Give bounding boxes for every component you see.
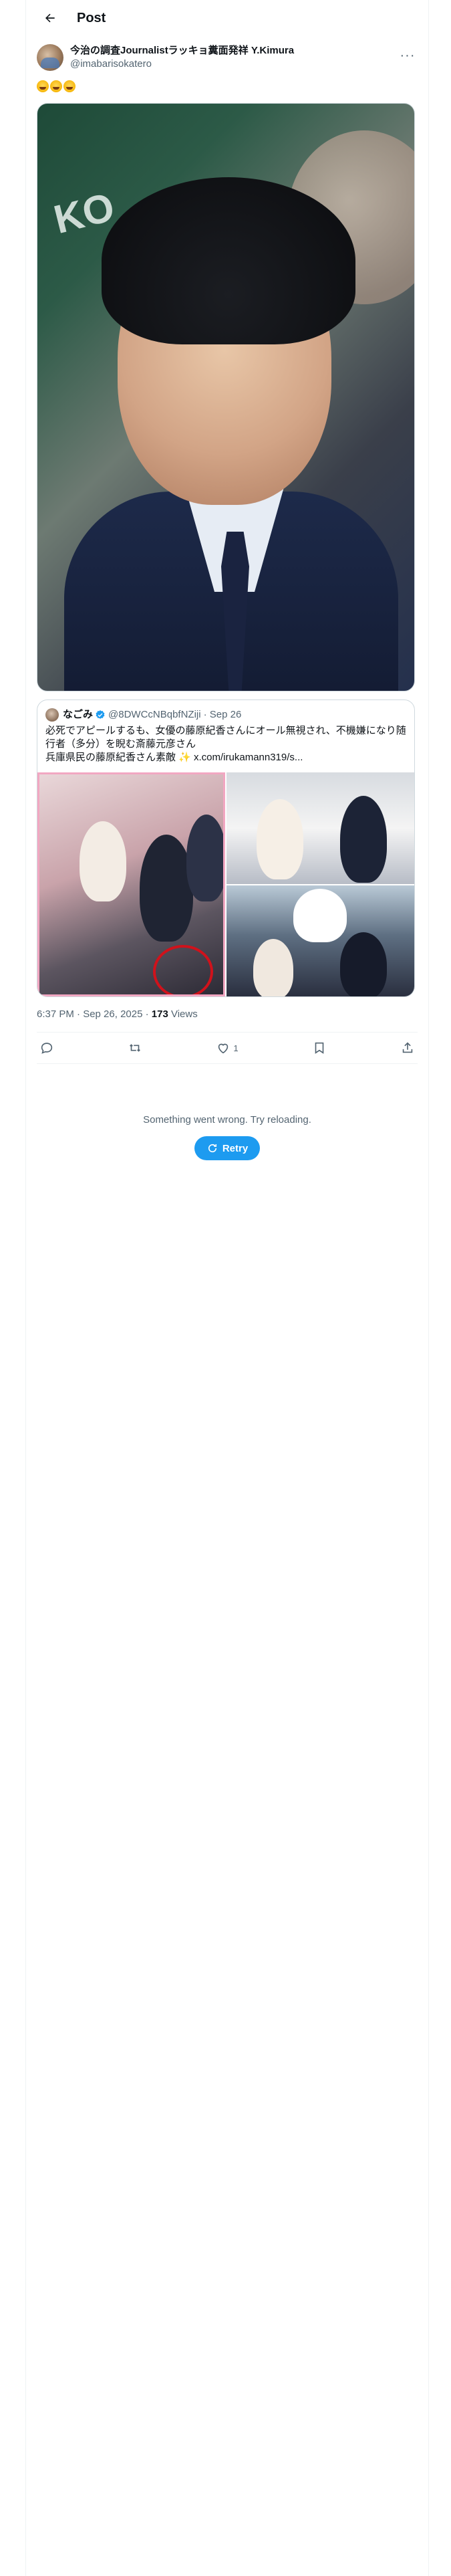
reply-icon xyxy=(41,1043,53,1054)
rofl-emoji-icon xyxy=(50,80,62,92)
post-text: 🤣🤣🤣 xyxy=(26,71,428,95)
error-panel: Something went wrong. Try reloading. Ret… xyxy=(26,1113,428,1160)
quoted-display-name: なごみ xyxy=(63,709,94,720)
rofl-emoji-icon xyxy=(37,80,49,92)
post-meta: 6:37 PM · Sep 26, 2025 · 173 Views xyxy=(26,997,428,1021)
page-title: Post xyxy=(77,10,106,25)
separator: · xyxy=(145,1008,152,1020)
avatar[interactable] xyxy=(37,44,63,71)
more-options-button[interactable]: ··· xyxy=(398,45,418,66)
photo-person xyxy=(253,938,293,996)
back-button[interactable] xyxy=(38,6,62,30)
action-bar: 1 xyxy=(37,1032,418,1064)
reply-button[interactable] xyxy=(39,1041,54,1055)
heart-icon xyxy=(218,1043,229,1054)
repost-button[interactable] xyxy=(128,1041,142,1055)
photo-person xyxy=(340,796,387,883)
more-horizontal-icon: ··· xyxy=(400,47,416,63)
red-circle-highlight xyxy=(153,945,213,994)
arrow-left-icon xyxy=(45,13,55,23)
bookmark-icon xyxy=(315,1042,324,1054)
share-icon xyxy=(402,1042,413,1053)
verified-badge-icon xyxy=(96,710,105,719)
photo-person xyxy=(257,799,303,879)
error-message: Something went wrong. Try reloading. xyxy=(143,1114,311,1125)
primary-column: Post 今治の調査Journalistラッキョ糞面発祥 Y.Kimura @i… xyxy=(25,0,429,2576)
quoted-avatar xyxy=(45,708,59,722)
views-count: 173 xyxy=(151,1008,168,1020)
photo-hair xyxy=(102,177,355,344)
photo-person xyxy=(80,821,126,901)
views-label: Views xyxy=(170,1008,198,1020)
post-author: 今治の調査Journalistラッキョ糞面発祥 Y.Kimura @imabar… xyxy=(26,36,428,71)
like-button[interactable]: 1 xyxy=(216,1041,239,1055)
author-display-name[interactable]: 今治の調査Journalistラッキョ糞面発祥 Y.Kimura xyxy=(70,44,294,58)
like-count: 1 xyxy=(233,1043,239,1053)
quoted-photo-3[interactable] xyxy=(227,885,414,996)
refresh-icon xyxy=(208,1144,216,1153)
quoted-text: 必死でアピールするも、女優の藤原紀香さんにオール無視され、不機嫌になり随行者（多… xyxy=(45,725,406,763)
share-button[interactable] xyxy=(400,1041,415,1055)
quoted-photo-2[interactable] xyxy=(227,772,414,884)
repost-icon xyxy=(130,1044,141,1052)
retry-label: Retry xyxy=(222,1142,249,1154)
quoted-post-header: なごみ @8DWCcNBqbfNZiji · Sep 26 xyxy=(37,700,414,722)
quoted-date: · Sep 26 xyxy=(203,709,242,720)
photo-person xyxy=(140,835,193,942)
post-timestamp[interactable]: 6:37 PM · Sep 26, 2025 xyxy=(37,1008,142,1020)
quoted-photo-collage[interactable] xyxy=(37,772,225,996)
post-photo[interactable]: KO xyxy=(37,103,415,691)
author-handle[interactable]: @imabarisokatero xyxy=(70,58,294,71)
top-bar: Post xyxy=(26,0,428,36)
quoted-photo-column xyxy=(227,772,414,996)
quoted-handle: @8DWCcNBqbfNZiji xyxy=(108,709,201,720)
photo-person xyxy=(340,932,387,996)
photo-mascot xyxy=(293,888,347,942)
quoted-post[interactable]: なごみ @8DWCcNBqbfNZiji · Sep 26 必死でアピールするも… xyxy=(37,700,415,997)
bookmark-button[interactable] xyxy=(312,1041,327,1055)
retry-button[interactable]: Retry xyxy=(194,1136,261,1160)
photo-person xyxy=(186,815,223,901)
quoted-media-grid xyxy=(37,772,414,996)
rofl-emoji-icon xyxy=(63,80,76,92)
